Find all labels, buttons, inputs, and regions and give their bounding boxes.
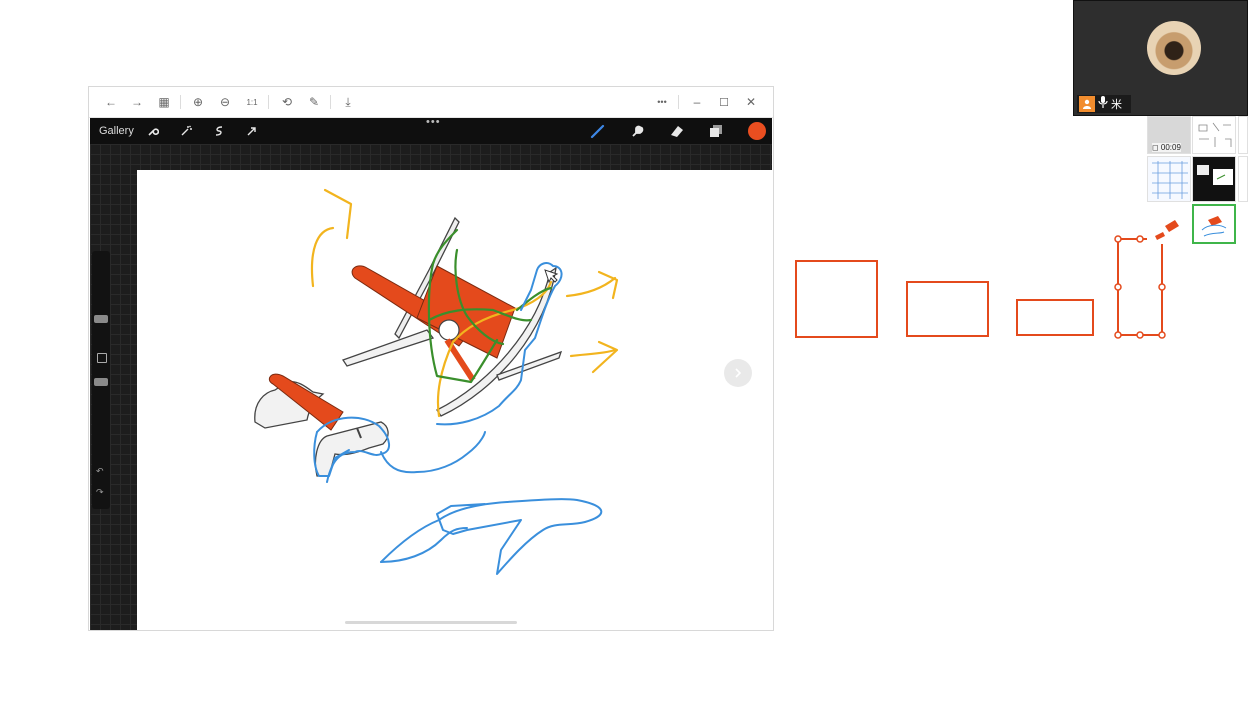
ottoman-base — [314, 421, 389, 477]
image-viewer-window: ← → ▦ ⊕ ⊖ 1:1 ⟲ ✎ ⤓ ••• – ☐ ✕ Gallery ••… — [88, 86, 774, 631]
smudge-icon[interactable] — [630, 123, 646, 139]
toolbar-divider — [330, 95, 331, 109]
forward-icon[interactable]: → — [126, 92, 148, 112]
transform-icon[interactable] — [244, 123, 260, 139]
zoom-in-icon[interactable]: ⊕ — [187, 92, 209, 112]
eraser-icon[interactable] — [669, 123, 685, 139]
thumbnail-partial[interactable] — [1238, 156, 1248, 202]
undo-icon[interactable]: ↶ — [96, 466, 104, 477]
toolbar-divider — [268, 95, 269, 109]
selection-handles[interactable] — [1114, 235, 1166, 339]
thumbnail-current-sketch[interactable] — [1192, 204, 1236, 244]
magic-wand-icon[interactable] — [178, 123, 194, 139]
more-options-icon[interactable]: ••• — [651, 92, 673, 112]
toolbar-divider — [678, 95, 679, 109]
grid-view-icon[interactable]: ▦ — [153, 92, 175, 112]
user-icon — [1079, 96, 1095, 112]
selection-icon[interactable] — [211, 123, 227, 139]
drag-handle[interactable]: ••• — [426, 118, 441, 128]
brush-size-slider[interactable] — [94, 315, 108, 323]
square-shape[interactable] — [795, 260, 878, 338]
minimize-icon[interactable]: – — [686, 92, 708, 112]
procreate-screenshot: Gallery ••• ↶ ↷ — [90, 118, 772, 630]
toolbar-divider — [180, 95, 181, 109]
brush-size-sidebar[interactable]: ↶ ↷ — [92, 251, 110, 509]
save-icon[interactable]: ⤓ — [337, 92, 359, 112]
participant-status-bar: 米 — [1077, 95, 1131, 113]
layers-icon[interactable] — [708, 123, 724, 139]
maximize-icon[interactable]: ☐ — [713, 92, 735, 112]
viewer-toolbar: ← → ▦ ⊕ ⊖ 1:1 ⟲ ✎ ⤓ ••• – ☐ ✕ — [89, 87, 773, 118]
thumbnail-partial[interactable] — [1238, 204, 1248, 244]
chair-leg-left — [341, 329, 435, 367]
thumbnail-red-chairs[interactable] — [1147, 204, 1191, 244]
thumbnail-blue-grid[interactable] — [1147, 156, 1191, 202]
selected-tall-rectangle[interactable] — [1117, 238, 1163, 336]
wrench-icon[interactable] — [145, 123, 161, 139]
sketch-drawing — [254, 188, 619, 575]
next-image-button[interactable] — [724, 359, 752, 387]
thumbnail-dark-slide[interactable] — [1192, 156, 1236, 202]
mic-icon[interactable] — [1098, 95, 1108, 113]
actual-size-icon[interactable]: 1:1 — [241, 92, 263, 112]
thumbnail-partial[interactable] — [1238, 116, 1248, 154]
brush-icon[interactable] — [590, 123, 606, 139]
whiteboard-shapes — [795, 235, 1166, 339]
opacity-slider[interactable] — [94, 378, 108, 386]
thumbnail-sketch-sheet[interactable] — [1192, 116, 1236, 154]
zoom-out-icon[interactable]: ⊖ — [214, 92, 236, 112]
video-call-tile[interactable]: 米 — [1073, 0, 1248, 116]
edit-icon[interactable]: ✎ — [303, 92, 325, 112]
video-duration: ◻ 00:09 — [1152, 143, 1181, 152]
modify-button-icon[interactable] — [97, 353, 107, 363]
procreate-topbar: Gallery ••• — [90, 118, 772, 144]
color-picker-button[interactable] — [748, 122, 766, 140]
rotate-icon[interactable]: ⟲ — [276, 92, 298, 112]
thumbnail-video[interactable]: ◻ 00:09 — [1147, 116, 1191, 154]
gallery-button[interactable]: Gallery — [99, 125, 134, 137]
slide-thumbnails: ◻ 00:09 — [1146, 116, 1248, 246]
drawing-canvas[interactable] — [137, 170, 772, 630]
rectangle-shape[interactable] — [906, 281, 989, 337]
spotlight-icon: 米 — [1111, 99, 1122, 111]
home-indicator — [345, 621, 517, 624]
close-icon[interactable]: ✕ — [740, 92, 762, 112]
wide-rectangle-shape[interactable] — [1016, 299, 1094, 336]
chair-joint — [438, 319, 460, 341]
redo-icon[interactable]: ↷ — [96, 487, 104, 498]
participant-avatar — [1147, 21, 1201, 75]
back-icon[interactable]: ← — [100, 92, 122, 112]
